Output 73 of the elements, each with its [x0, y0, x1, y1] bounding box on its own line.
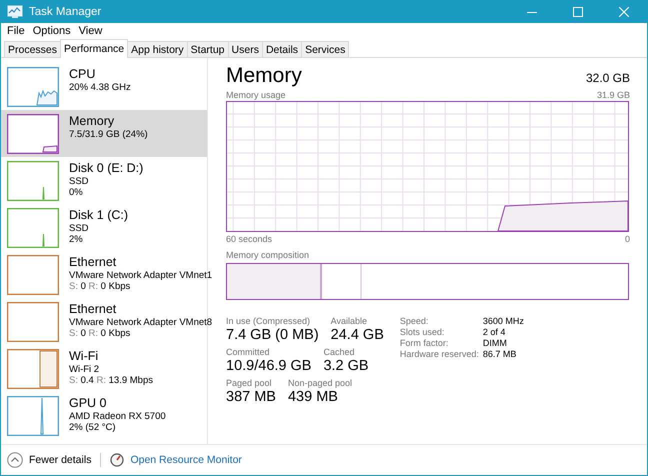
sidebar-item-title: GPU 0	[69, 396, 108, 411]
tab[interactable]: Users	[228, 41, 263, 57]
sidebar-item[interactable]: Disk 1 (C:) SSD 2%	[1, 204, 207, 251]
window-title: Task Manager	[29, 6, 102, 18]
detail-label: Form factor:	[400, 338, 450, 348]
sidebar-item-title: Disk 0 (E: D:)	[69, 161, 144, 176]
fewer-details-button[interactable]: Fewer details	[7, 452, 92, 468]
sidebar-item-title: Ethernet	[69, 255, 118, 270]
sidebar-item-rates: S: 0 R: 0 Kbps	[69, 328, 132, 339]
sidebar-item-detail: 0%	[69, 187, 84, 198]
stat-value: 10.9/46.9 GB	[226, 357, 312, 375]
sidebar-item[interactable]: GPU 0 AMD Radeon RX 5700 2% (52 °C)	[1, 392, 207, 439]
section-title: Memory	[226, 64, 302, 88]
stat-value: 439 MB	[288, 388, 339, 406]
maximize-icon	[573, 7, 583, 17]
sidebar-item-title: Memory	[69, 114, 116, 129]
tab[interactable]: Processes	[4, 41, 62, 57]
menu-item[interactable]: View	[74, 24, 106, 36]
sidebar-item-detail: 2% (52 °C)	[69, 422, 117, 433]
sidebar-item-rates: S: 0.4 R: 13.9 Mbps	[69, 375, 153, 386]
sidebar-item-title: CPU	[69, 67, 96, 82]
sidebar-item-detail: VMware Network Adapter VMnet1	[69, 270, 212, 281]
tab[interactable]: Performance	[60, 39, 128, 58]
graph-max-label: 31.9 GB	[596, 90, 630, 100]
detail-value: 86.7 MB	[482, 349, 518, 359]
sidebar-item[interactable]: Wi-Fi Wi-Fi 2 S: 0.4 R: 13.9 Mbps	[1, 345, 207, 392]
detail-label: Speed:	[400, 316, 430, 326]
app-icon	[7, 5, 23, 19]
stat-label: In use (Compressed)	[226, 316, 312, 326]
tab[interactable]: App history	[127, 41, 188, 57]
stat-label: Non-paged pool	[288, 378, 352, 388]
gauge-icon	[110, 453, 124, 467]
menu-item[interactable]: Options	[28, 24, 75, 36]
resource-monitor-link[interactable]: Open Resource Monitor	[130, 454, 242, 466]
stat-label: Available	[330, 316, 368, 326]
stat-label: Committed	[226, 347, 271, 357]
menu-item[interactable]: File	[3, 24, 29, 36]
detail-label: Slots used:	[400, 327, 446, 337]
sidebar-item[interactable]: Memory 7.5/31.9 GB (24%)	[1, 110, 207, 157]
stat-label: Cached	[323, 347, 356, 357]
sidebar-item-detail: SSD	[69, 176, 90, 187]
collapse-icon	[7, 452, 23, 468]
sidebar-item-detail: 7.5/31.9 GB (24%)	[69, 129, 148, 140]
stat-value: 7.4 GB (0 MB)	[226, 326, 319, 344]
stat-value: 3.2 GB	[323, 357, 369, 375]
composition-label: Memory composition	[226, 250, 310, 260]
sidebar-item[interactable]: CPU 20% 4.38 GHz	[1, 63, 207, 110]
total-memory: 32.0 GB	[586, 71, 630, 85]
tab[interactable]: Details	[262, 41, 302, 57]
stat-label: Paged pool	[226, 378, 273, 388]
sidebar-item-detail: 2%	[69, 234, 84, 245]
sidebar-item-title: Disk 1 (C:)	[69, 208, 128, 223]
tab[interactable]: Startup	[186, 41, 229, 57]
detail-value: 2 of 4	[482, 327, 506, 337]
sidebar-item-title: Ethernet	[69, 302, 118, 317]
sidebar-item-detail: VMware Network Adapter VMnet8	[69, 317, 212, 328]
sidebar-item-detail: Wi-Fi 2	[69, 364, 100, 375]
sidebar-item-rates: S: 0 R: 0 Kbps	[69, 281, 132, 292]
sidebar-item-detail: AMD Radeon RX 5700	[69, 411, 166, 422]
graph-label: Memory usage	[226, 90, 286, 100]
stat-value: 387 MB	[226, 388, 276, 406]
sidebar-item-title: Wi-Fi	[69, 349, 100, 364]
close-icon	[619, 7, 629, 17]
time-axis-end: 0	[624, 234, 630, 244]
stat-value: 24.4 GB	[330, 326, 384, 344]
sidebar-item[interactable]: Disk 0 (E: D:) SSD 0%	[1, 157, 207, 204]
tab[interactable]: Services	[301, 41, 350, 57]
sidebar-item-detail: SSD	[69, 223, 90, 234]
detail-value: 3600 MHz	[482, 316, 524, 326]
detail-value: DIMM	[482, 338, 508, 348]
sidebar-item-detail: 20% 4.38 GHz	[69, 82, 131, 93]
detail-label: Hardware reserved:	[400, 349, 480, 359]
time-axis-start: 60 seconds	[226, 234, 272, 244]
